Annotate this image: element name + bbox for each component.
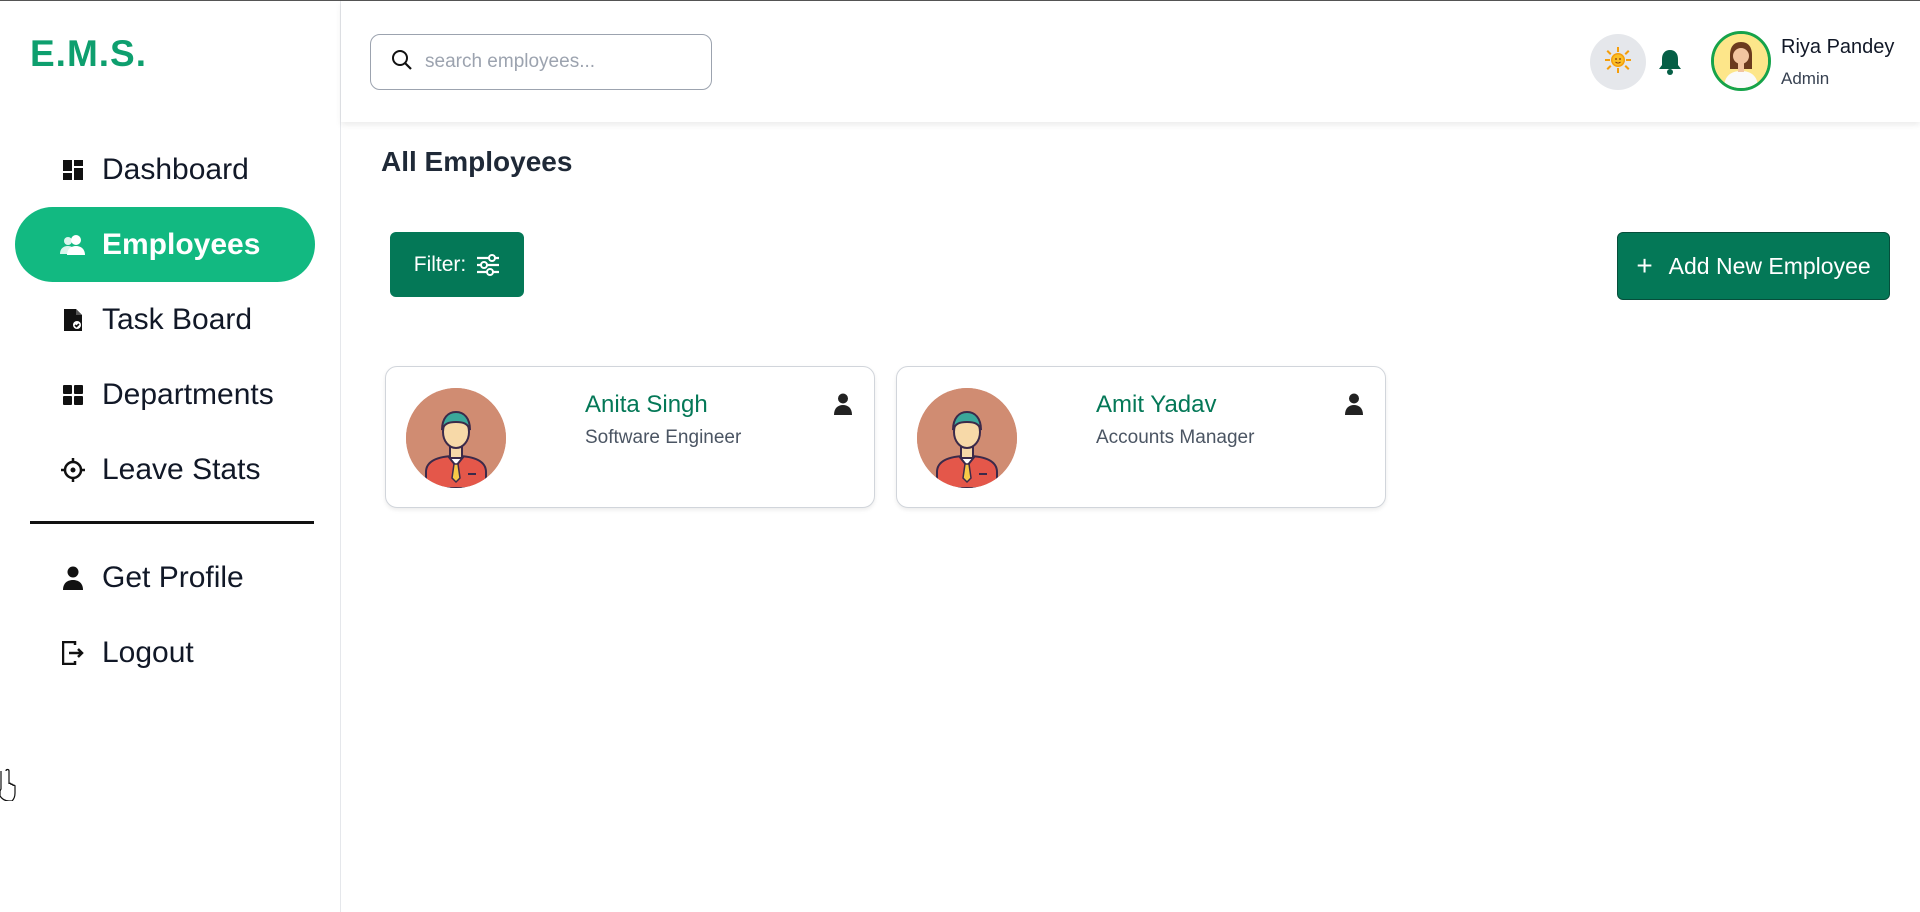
sidebar-item-task-board[interactable]: Task Board xyxy=(15,282,315,357)
add-employee-button[interactable]: + Add New Employee xyxy=(1617,232,1890,300)
sidebar-item-label: Get Profile xyxy=(102,560,244,594)
sidebar-item-label: Leave Stats xyxy=(102,452,261,486)
sidebar-item-logout[interactable]: Logout xyxy=(15,615,315,690)
sidebar-item-label: Employees xyxy=(102,227,261,261)
sidebar-item-leave-stats[interactable]: Leave Stats xyxy=(15,432,315,507)
sliders-icon xyxy=(476,253,500,276)
top-header: Riya Pandey Admin xyxy=(341,1,1920,122)
sidebar-nav: Dashboard Employees Task Board Departmen… xyxy=(15,132,315,507)
search-icon xyxy=(391,49,413,76)
crosshair-icon xyxy=(60,457,86,483)
grid-icon xyxy=(60,382,86,408)
notification-bell-icon[interactable] xyxy=(1657,48,1683,81)
add-employee-label: Add New Employee xyxy=(1668,252,1871,279)
sidebar-item-dashboard[interactable]: Dashboard xyxy=(15,132,315,207)
logout-icon xyxy=(60,640,86,666)
sidebar-item-departments[interactable]: Departments xyxy=(15,357,315,432)
employee-role: Accounts Manager xyxy=(1096,427,1255,448)
plus-icon: + xyxy=(1636,250,1653,281)
sidebar-divider xyxy=(30,521,314,524)
sidebar-item-get-profile[interactable]: Get Profile xyxy=(15,540,315,615)
app-logo[interactable]: E.M.S. xyxy=(30,33,147,75)
sidebar: E.M.S. Dashboard Employees Task Board De… xyxy=(0,1,341,912)
sun-icon xyxy=(1605,46,1631,78)
sidebar-item-label: Dashboard xyxy=(102,152,249,186)
employee-card[interactable]: Amit Yadav Accounts Manager xyxy=(896,366,1386,508)
view-profile-icon[interactable] xyxy=(834,393,852,420)
sidebar-item-label: Task Board xyxy=(102,302,253,336)
employee-name[interactable]: Anita Singh xyxy=(585,391,708,419)
user-avatar[interactable] xyxy=(1711,31,1771,91)
page-title: All Employees xyxy=(381,146,573,177)
sidebar-item-employees[interactable]: Employees xyxy=(15,207,315,282)
hand-cursor-icon xyxy=(0,767,16,806)
employee-avatar xyxy=(406,388,506,488)
employee-card[interactable]: Anita Singh Software Engineer xyxy=(385,366,875,508)
user-name: Riya Pandey xyxy=(1781,36,1895,58)
app-root: E.M.S. Dashboard Employees Task Board De… xyxy=(0,0,1920,912)
task-icon xyxy=(60,307,86,333)
employee-name[interactable]: Amit Yadav xyxy=(1096,391,1217,419)
sidebar-item-label: Departments xyxy=(102,377,274,411)
theme-toggle-button[interactable] xyxy=(1590,34,1646,90)
search-box[interactable] xyxy=(370,34,712,90)
dashboard-icon xyxy=(60,157,86,183)
view-profile-icon[interactable] xyxy=(1345,393,1363,420)
user-role: Admin xyxy=(1781,69,1830,88)
filter-button[interactable]: Filter: xyxy=(390,232,524,297)
user-icon xyxy=(60,565,86,591)
search-input[interactable] xyxy=(425,51,685,73)
sidebar-secondary-nav: Get Profile Logout xyxy=(15,540,315,690)
employee-avatar xyxy=(917,388,1017,488)
sidebar-item-label: Logout xyxy=(102,635,194,669)
users-icon xyxy=(60,232,86,258)
filter-button-label: Filter: xyxy=(413,252,467,276)
employee-card-list: Anita Singh Software Engineer Amit Yadav… xyxy=(385,366,1386,508)
employee-role: Software Engineer xyxy=(585,427,742,448)
